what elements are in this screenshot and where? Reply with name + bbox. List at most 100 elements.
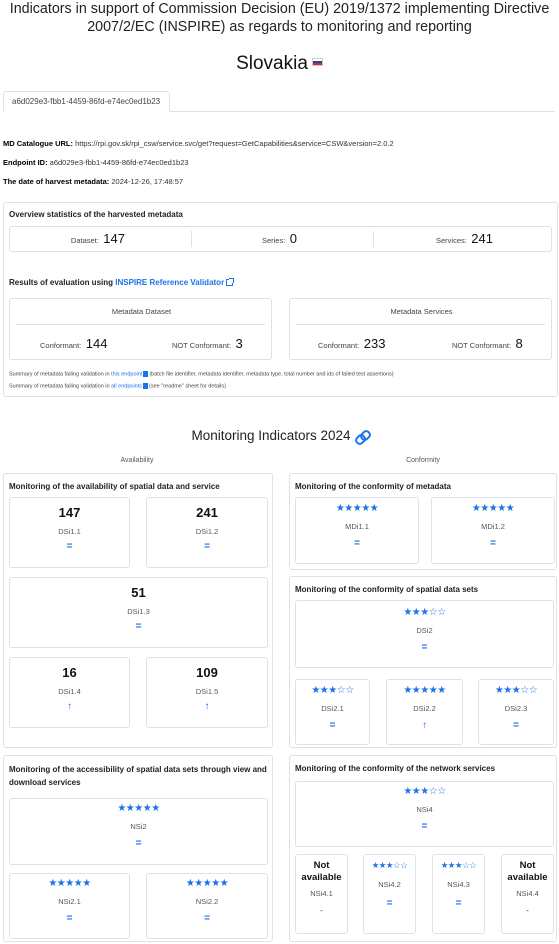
md-dataset-not-conformant: NOT Conformant: 3: [172, 335, 243, 353]
indicator-nsi44[interactable]: Not available NSi4.4 -: [501, 854, 554, 934]
monitoring-heading: Monitoring Indicators 2024: [0, 428, 559, 443]
indicator-name: DSi1.5: [195, 687, 219, 696]
overview-title: Overview statistics of the harvested met…: [9, 210, 183, 219]
trend-up-icon: ↑: [67, 701, 72, 712]
divider: [296, 324, 545, 325]
overview-panel: Overview statistics of the harvested met…: [3, 202, 558, 397]
summary-text: Summary of metadata failing validation i…: [9, 383, 110, 390]
country-heading: Slovakia: [0, 53, 559, 75]
indicator-name: DSi2.1: [321, 704, 344, 713]
availability-title: Monitoring of the availability of spatia…: [9, 482, 220, 491]
conformity-datasets-title: Monitoring of the conformity of spatial …: [295, 585, 479, 594]
md-dataset-title: Metadata Dataset: [111, 307, 172, 316]
trend-icon: =: [66, 913, 73, 924]
summary-text: Summary of metadata failing validation i…: [9, 371, 110, 378]
all-endpoints-link[interactable]: all endpoints: [111, 383, 142, 389]
indicator-dsi13[interactable]: 51 DSi1.3 =: [9, 577, 268, 648]
trend-icon: =: [66, 541, 73, 552]
trend-none: -: [526, 906, 529, 915]
overview-stats: Dataset: 147 Series: 0 Services: 241: [9, 226, 552, 252]
harvest-label: The date of harvest metadata:: [3, 177, 110, 186]
indicator-name: NSi4.3: [447, 880, 470, 889]
indicator-dsi2[interactable]: ★★★☆☆ DSi2 =: [295, 600, 554, 668]
evaluation-title-text: Results of evaluation using: [9, 278, 114, 287]
trend-icon: =: [513, 720, 519, 731]
not-available-label: Not available: [301, 860, 342, 883]
indicator-nsi4[interactable]: ★★★☆☆ NSi4 =: [295, 781, 554, 847]
indicator-value: 51: [131, 585, 146, 600]
not-conformant-value: 8: [515, 336, 523, 351]
star-rating-icon: ★★★★★: [335, 503, 379, 514]
indicator-name: NSi4.2: [378, 880, 401, 889]
file-icon[interactable]: [143, 371, 149, 377]
trend-icon: =: [490, 538, 496, 549]
indicator-name: NSi4.1: [310, 889, 333, 898]
endpoint-label: Endpoint ID:: [3, 158, 48, 167]
indicator-name: DSi2: [416, 626, 433, 635]
md-services-conformant: Conformant: 233: [318, 335, 385, 353]
validator-link[interactable]: INSPIRE Reference Validator: [115, 278, 224, 287]
indicator-mdi11[interactable]: ★★★★★ MDi1.1 =: [295, 497, 419, 564]
indicator-nsi41[interactable]: Not available NSi4.1 -: [295, 854, 348, 934]
indicator-name: DSi1.2: [195, 527, 219, 536]
star-rating-icon: ★★★☆☆: [440, 860, 477, 870]
external-link-icon[interactable]: [226, 278, 235, 287]
services-value: 241: [471, 231, 493, 246]
endpoint-row: Endpoint ID: a6d029e3-fbb1-4459-86fd-e74…: [3, 158, 189, 167]
indicator-nsi42[interactable]: ★★★☆☆ NSi4.2 =: [363, 854, 416, 934]
star-rating-icon: ★★★☆☆: [403, 786, 446, 797]
divider: [16, 324, 265, 325]
indicator-name: DSi2.2: [413, 704, 436, 713]
file-icon[interactable]: [143, 383, 149, 389]
indicator-name: NSi2.2: [195, 897, 219, 906]
availability-panel: Monitoring of the availability of spatia…: [3, 473, 273, 748]
indicator-value: 241: [196, 505, 218, 520]
dataset-value: 147: [103, 231, 125, 246]
accessibility-panel: Monitoring of the accessibility of spati…: [3, 755, 273, 942]
trend-icon: =: [204, 541, 210, 552]
star-rating-icon: ★★★☆☆: [494, 685, 538, 696]
indicator-dsi11[interactable]: 147 DSi1.1 =: [9, 497, 130, 568]
indicator-dsi21[interactable]: ★★★☆☆ DSi2.1 =: [295, 679, 370, 745]
star-rating-icon: ★★★★★: [117, 803, 160, 814]
md-dataset-conformant: Conformant: 144: [40, 335, 107, 353]
trend-none: -: [320, 906, 323, 915]
indicator-mdi12[interactable]: ★★★★★ MDi1.2 =: [431, 497, 555, 564]
harvest-row: The date of harvest metadata: 2024-12-26…: [3, 177, 183, 186]
page-title: Indicators in support of Commission Deci…: [9, 1, 550, 35]
indicator-nsi2[interactable]: ★★★★★ NSi2 =: [9, 798, 268, 865]
conformant-label: Conformant:: [40, 341, 82, 350]
trend-icon: =: [386, 898, 393, 909]
indicator-nsi22[interactable]: ★★★★★ NSi2.2 =: [146, 873, 268, 939]
indicator-nsi43[interactable]: ★★★☆☆ NSi4.3 =: [432, 854, 485, 934]
indicator-dsi14[interactable]: 16 DSi1.4 ↑: [9, 657, 130, 728]
indicator-value: 109: [196, 665, 218, 680]
indicator-dsi23[interactable]: ★★★☆☆ DSi2.3 =: [478, 679, 554, 745]
trend-icon: =: [204, 913, 210, 924]
monitoring-title: Monitoring Indicators 2024: [191, 428, 351, 443]
indicator-nsi21[interactable]: ★★★★★ NSi2.1 =: [9, 873, 130, 939]
trend-icon: =: [455, 898, 462, 909]
trend-up-icon: ↑: [422, 720, 427, 731]
star-rating-icon: ★★★★★: [403, 685, 446, 696]
conformant-value: 144: [85, 336, 108, 351]
indicator-name: NSi4: [416, 805, 433, 814]
services-stat: Services: 241: [374, 227, 551, 251]
indicator-dsi15[interactable]: 109 DSi1.5 ↑: [146, 657, 268, 728]
services-label: Services:: [436, 236, 467, 245]
col-conformity: Conformity: [406, 457, 440, 464]
indicator-name: MDi1.2: [481, 522, 505, 531]
tab-endpoint[interactable]: a6d029e3-fbb1-4459-86fd-e74ec0ed1b23: [3, 91, 170, 112]
this-endpoint-link[interactable]: this endpoint: [111, 371, 142, 377]
conformity-network-panel: Monitoring of the conformity of the netw…: [289, 755, 557, 942]
summary-all-endpoints: Summary of metadata failing validation i…: [9, 383, 226, 389]
indicator-dsi12[interactable]: 241 DSi1.2 =: [146, 497, 268, 568]
harvest-value: 2024-12-26, 17:48:57: [111, 177, 184, 186]
indicator-dsi22[interactable]: ★★★★★ DSi2.2 ↑: [386, 679, 463, 745]
dataset-stat: Dataset: 147: [10, 227, 191, 251]
star-rating-icon: ★★★☆☆: [311, 685, 354, 696]
trend-up-icon: ↑: [204, 701, 210, 712]
not-conformant-label: NOT Conformant:: [452, 341, 512, 350]
series-label: Series:: [261, 236, 286, 245]
link-icon[interactable]: [355, 432, 368, 441]
